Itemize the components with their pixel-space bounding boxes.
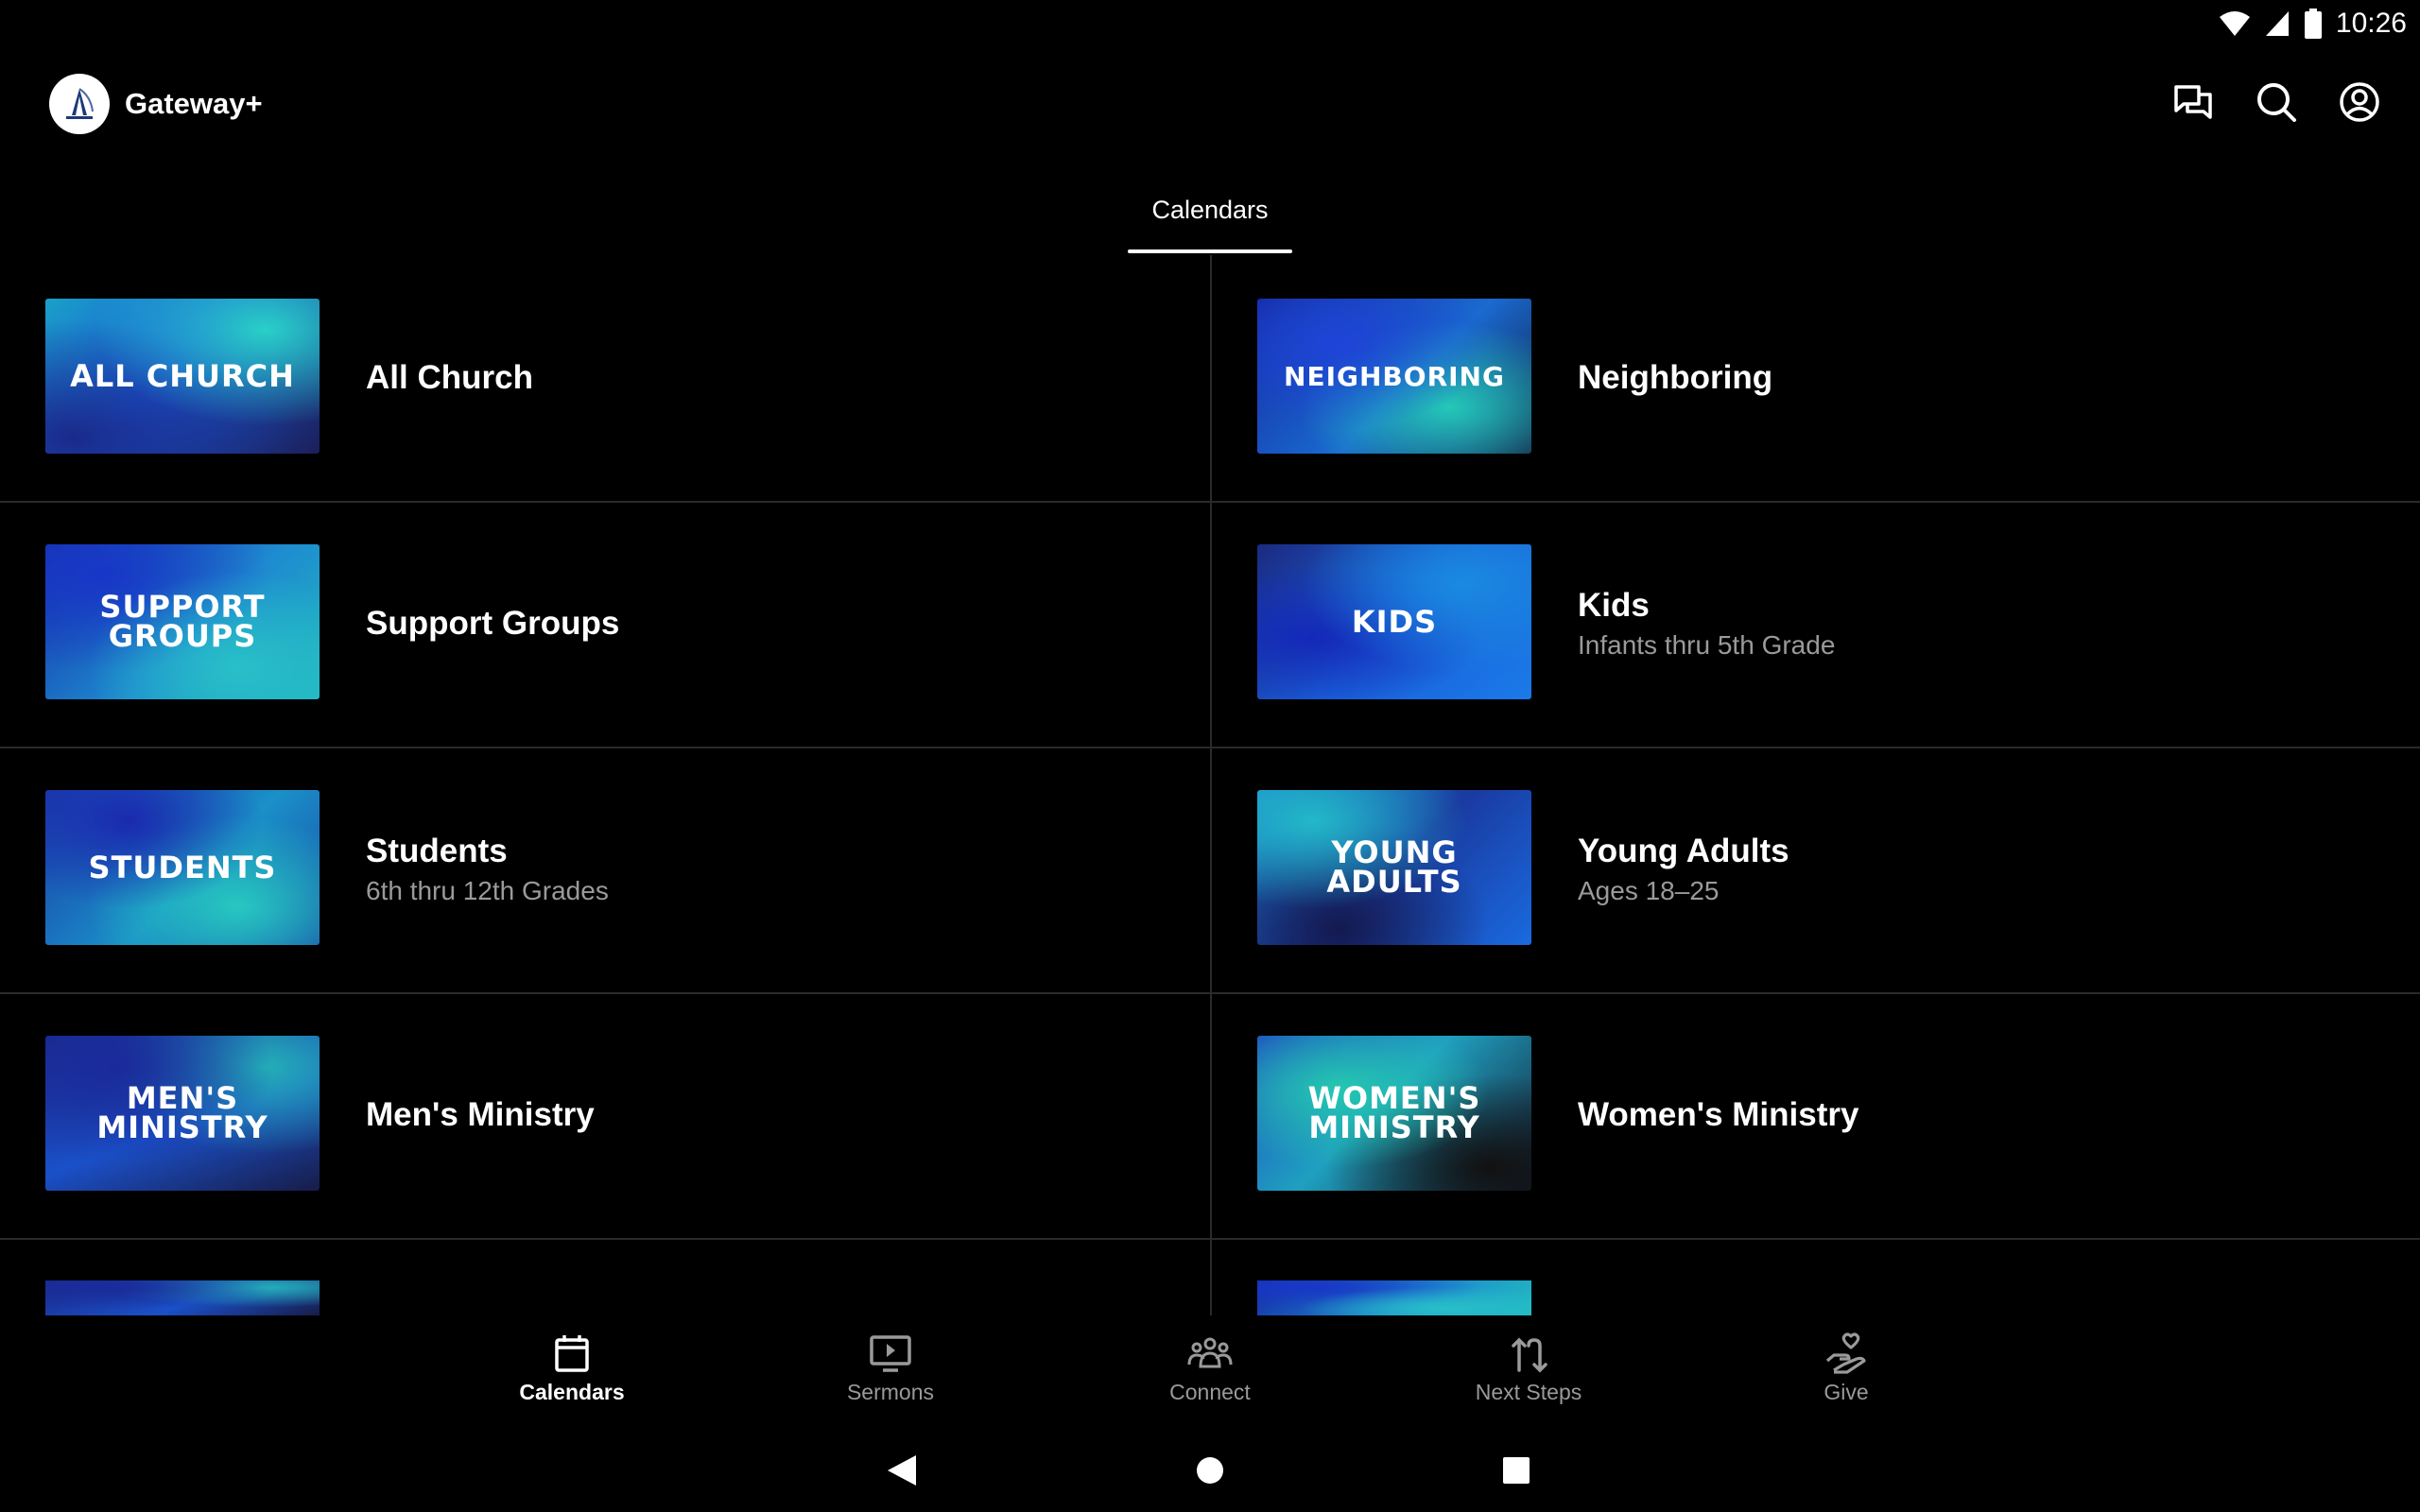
search-button[interactable]: [2254, 79, 2299, 125]
calendar-subtitle: 6th thru 12th Grades: [366, 876, 609, 905]
recents-square-icon: [1503, 1457, 1530, 1484]
calendar-thumbnail: KIDS: [1257, 544, 1531, 699]
nav-label: Calendars: [519, 1380, 625, 1404]
account-button[interactable]: [2337, 79, 2382, 125]
steps-arrows-icon: [1512, 1337, 1547, 1373]
app-bar: Gateway+: [0, 74, 2420, 140]
status-bar: 10:26: [0, 0, 2420, 47]
nav-give[interactable]: Give: [1752, 1332, 1941, 1418]
recents-button[interactable]: [1494, 1448, 1539, 1493]
tab-label: Calendars: [1151, 196, 1269, 224]
calendar-thumbnail: NEIGHBORING: [1257, 299, 1531, 454]
nav-sermons[interactable]: Sermons: [796, 1332, 985, 1418]
back-triangle-icon: [888, 1455, 916, 1486]
calendar-thumbnail: WOMEN'S MINISTRY: [1257, 1036, 1531, 1191]
system-nav-bar: [0, 1427, 2420, 1512]
calendar-item-all-church[interactable]: ALL CHURCH All Church: [0, 255, 1210, 501]
thumbnail-text: ALL CHURCH: [70, 357, 295, 394]
nav-label: Next Steps: [1475, 1380, 1582, 1404]
account-circle-icon: [2340, 82, 2379, 122]
home-circle-icon: [1197, 1457, 1223, 1484]
thumbnail-text: MEN'S MINISTRY: [96, 1080, 268, 1145]
calendar-title: Neighboring: [1578, 359, 1773, 396]
calendar-title: Kids: [1578, 587, 1650, 624]
chat-bubbles-icon: [2174, 85, 2212, 119]
thumbnail-text: WOMEN'S MINISTRY: [1307, 1080, 1481, 1145]
calendar-item-support-groups[interactable]: SUPPORT GROUPS Support Groups: [0, 501, 1210, 747]
calendar-title: Students: [366, 833, 508, 869]
calendar-item-womens-ministry[interactable]: WOMEN'S MINISTRY Women's Ministry: [1212, 992, 2420, 1238]
search-icon: [2257, 83, 2296, 122]
calendar-title: Women's Ministry: [1578, 1096, 1859, 1133]
bottom-nav: Calendars Sermons Connect Next Steps Giv…: [0, 1315, 2420, 1427]
calendar-item-students[interactable]: STUDENTS Students 6th thru 12th Grades: [0, 747, 1210, 992]
status-icons: 10:26: [2219, 8, 2407, 40]
gateway-logo-icon: [66, 88, 94, 119]
calendar-title: Men's Ministry: [366, 1096, 595, 1133]
grid-row: ALL CHURCH All Church NEIGHBORING Neighb…: [0, 255, 2420, 503]
grid-row: MEN'S MINISTRY Men's Ministry WOMEN'S MI…: [0, 992, 2420, 1240]
app-logo[interactable]: [49, 74, 110, 134]
tab-bar: Calendars: [0, 180, 2420, 253]
nav-connect[interactable]: Connect: [1115, 1332, 1305, 1418]
calendar-thumbnail: SUPPORT GROUPS: [45, 544, 320, 699]
messages-button[interactable]: [2170, 79, 2216, 125]
tab-indicator: [1128, 249, 1292, 253]
status-time: 10:26: [2335, 8, 2407, 39]
calendar-grid[interactable]: ALL CHURCH All Church NEIGHBORING Neighb…: [0, 255, 2420, 1315]
tab-calendars[interactable]: Calendars: [1128, 180, 1292, 253]
calendar-thumbnail-partial[interactable]: [1257, 1280, 1531, 1315]
calendar-title: All Church: [366, 359, 533, 396]
thumbnail-text: NEIGHBORING: [1284, 360, 1505, 392]
nav-next-steps[interactable]: Next Steps: [1434, 1332, 1623, 1418]
calendar-title: Young Adults: [1578, 833, 1789, 869]
calendar-icon: [555, 1335, 589, 1372]
wifi-icon: [2219, 11, 2250, 36]
people-group-icon: [1187, 1337, 1233, 1368]
home-button[interactable]: [1187, 1448, 1233, 1493]
grid-row: STUDENTS Students 6th thru 12th Grades Y…: [0, 747, 2420, 994]
battery-icon: [2304, 9, 2322, 39]
thumbnail-text: YOUNG ADULTS: [1326, 834, 1462, 900]
calendar-title: Support Groups: [366, 605, 620, 642]
tv-play-icon: [870, 1335, 911, 1372]
thumbnail-text: KIDS: [1351, 603, 1438, 640]
calendar-subtitle: Ages 18–25: [1578, 876, 1720, 905]
calendar-item-young-adults[interactable]: YOUNG ADULTS Young Adults Ages 18–25: [1212, 747, 2420, 992]
grid-row: SUPPORT GROUPS Support Groups KIDS Kids …: [0, 501, 2420, 748]
app-title: Gateway+: [125, 87, 263, 120]
calendar-thumbnail: STUDENTS: [45, 790, 320, 945]
calendar-item-neighboring[interactable]: NEIGHBORING Neighboring: [1212, 255, 2420, 501]
thumbnail-text: SUPPORT GROUPS: [99, 589, 266, 654]
calendar-thumbnail: ALL CHURCH: [45, 299, 320, 454]
nav-label: Give: [1824, 1380, 1869, 1404]
cell-signal-icon: [2265, 11, 2289, 36]
nav-calendars[interactable]: Calendars: [477, 1332, 666, 1418]
back-button[interactable]: [879, 1448, 925, 1493]
calendar-item-mens-ministry[interactable]: MEN'S MINISTRY Men's Ministry: [0, 992, 1210, 1238]
calendar-subtitle: Infants thru 5th Grade: [1578, 630, 1836, 660]
calendar-thumbnail: YOUNG ADULTS: [1257, 790, 1531, 945]
calendar-thumbnail-partial[interactable]: [45, 1280, 320, 1315]
calendar-thumbnail: MEN'S MINISTRY: [45, 1036, 320, 1191]
nav-label: Sermons: [846, 1380, 935, 1404]
nav-label: Connect: [1169, 1380, 1251, 1404]
thumbnail-text: STUDENTS: [88, 849, 277, 885]
hand-heart-icon: [1825, 1332, 1866, 1374]
calendar-item-kids[interactable]: KIDS Kids Infants thru 5th Grade: [1212, 501, 2420, 747]
